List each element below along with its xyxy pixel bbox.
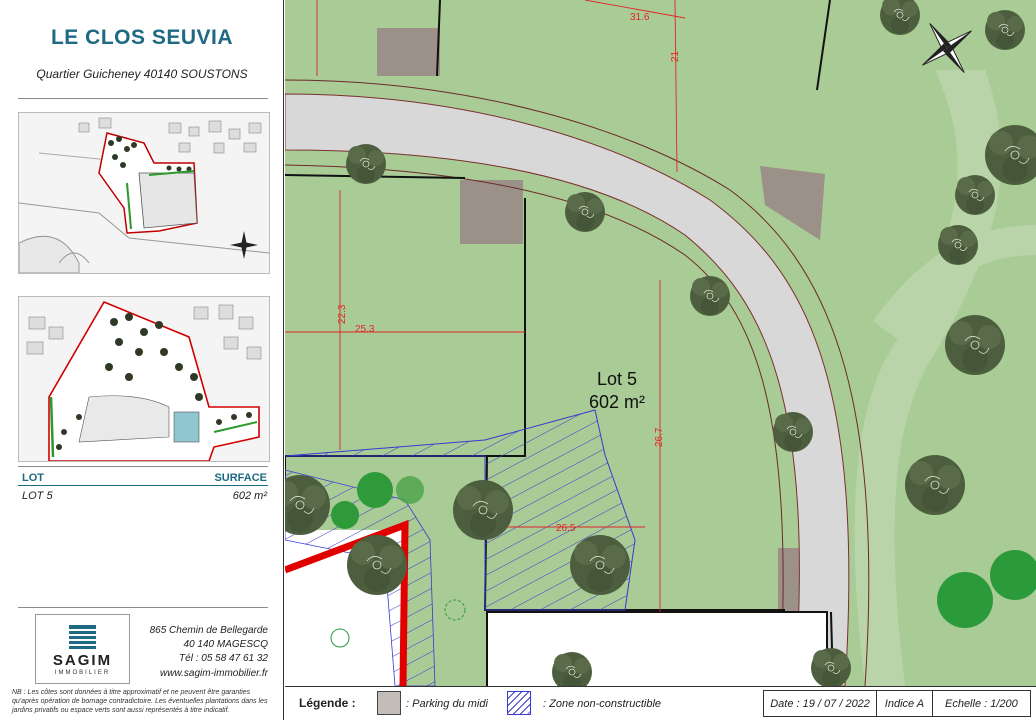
dimension-label: 21 <box>670 50 681 62</box>
surface-value: 602 m² <box>232 490 267 502</box>
company-city: 40 140 MAGESCQ <box>183 639 268 650</box>
legend-bar: Légende : : Parking du midi : Zone non-c… <box>285 686 1036 720</box>
parking-swatch <box>377 691 401 715</box>
disclaimer-note: NB : Les côtes sont données à titre appr… <box>12 689 268 714</box>
date-label: Date : 19 / 07 / 2022 <box>764 691 878 716</box>
company-phone: Tél : 05 58 47 61 32 <box>179 653 268 664</box>
lot-column-header: LOT <box>22 472 44 484</box>
divider <box>18 607 268 608</box>
legend-title: Légende : <box>299 696 356 710</box>
location-map-thumbnail <box>18 112 270 274</box>
lot-area-label: 602 m² <box>589 392 645 412</box>
zone-legend-label: : Zone non-constructible <box>543 698 662 710</box>
project-title: LE CLOS SEUVIA <box>50 26 234 49</box>
dimension-label: 22.3 <box>337 304 348 324</box>
surface-column-header: SURFACE <box>214 472 267 484</box>
info-panel: LE CLOS SEUVIA Quartier Guicheney 40140 … <box>0 0 284 720</box>
lot-plan-map: 31.6 21 22.3 25.3 26.7 26.5 Lot 5 602 m² <box>285 0 1036 686</box>
zone-swatch <box>507 691 531 715</box>
parking-pad <box>377 28 440 76</box>
dimension-label: 26.7 <box>654 427 665 447</box>
logo-name: SAGIM <box>52 652 113 669</box>
dimension-label: 25.3 <box>355 324 375 335</box>
parking-pad <box>460 180 523 244</box>
document-info-box: Date : 19 / 07 / 2022 Indice A Echelle :… <box>763 690 1031 717</box>
dimension-label: 26.5 <box>556 523 576 534</box>
divider <box>18 98 268 99</box>
divider <box>18 485 268 486</box>
neighbor-lot <box>486 611 828 686</box>
logo-mark-icon <box>69 625 96 649</box>
index-label: Indice A <box>877 691 933 716</box>
logo-subtitle: IMMOBILIER <box>54 670 111 676</box>
scale-label: Echelle : 1/200 <box>944 697 1018 710</box>
parking-legend-label: : Parking du midi <box>406 698 488 710</box>
site-plan-thumbnail <box>18 296 270 462</box>
company-logo: SAGIM IMMOBILIER <box>35 614 130 684</box>
lot-value: LOT 5 <box>22 490 53 502</box>
company-street: 865 Chemin de Bellegarde <box>149 625 268 636</box>
divider <box>18 466 268 467</box>
lot-label: Lot 5 <box>597 369 637 389</box>
company-website[interactable]: www.sagim-immobilier.fr <box>136 668 268 679</box>
project-address: Quartier Guicheney 40140 SOUSTONS <box>36 67 248 81</box>
dimension-label: 31.6 <box>630 12 650 23</box>
